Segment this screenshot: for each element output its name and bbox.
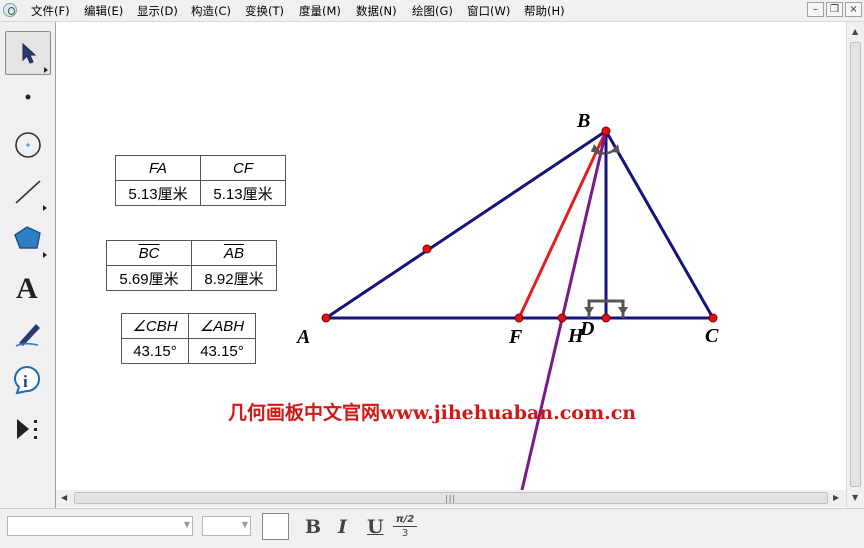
table-header-ABH: ∠ABH xyxy=(188,313,256,339)
italic-button[interactable]: I xyxy=(338,516,347,538)
segment-icon xyxy=(15,180,47,211)
arrow-select-icon xyxy=(22,42,48,73)
text-tool-glyph: A xyxy=(16,272,38,305)
point-F[interactable] xyxy=(514,313,524,323)
marker-pen-icon xyxy=(15,324,40,347)
vertical-scrollbar[interactable]: ▲ ▼ xyxy=(846,22,864,508)
menu-window[interactable]: 窗口(W) xyxy=(467,3,510,19)
point-H[interactable] xyxy=(557,313,567,323)
text-A-icon: A xyxy=(16,272,38,305)
midpoint-AB[interactable] xyxy=(422,244,432,254)
menu-graph[interactable]: 绘图(G) xyxy=(412,3,453,19)
menu-edit[interactable]: 编辑(E) xyxy=(84,3,123,19)
text-tool[interactable]: A xyxy=(5,266,51,310)
minimize-button[interactable]: – xyxy=(807,2,824,17)
table-value-CF: 5.13厘米 xyxy=(200,180,286,206)
watermark-text: 几何画板中文官网www.jihehuaban.com.cn xyxy=(228,402,637,424)
table-angles[interactable]: ∠CBH ∠ABH 43.15° 43.15° xyxy=(121,313,256,364)
notation-top-text: π/2 xyxy=(393,513,417,527)
table-value-FA: 5.13厘米 xyxy=(115,180,201,206)
custom-tools-icon xyxy=(17,419,37,439)
polygon-tool[interactable] xyxy=(5,217,51,261)
table-header-AB: AB xyxy=(223,244,244,262)
font-size-combo[interactable]: ▼ xyxy=(202,516,251,536)
horizontal-scrollbar[interactable]: ◀ ||| ▶ xyxy=(56,490,846,507)
scroll-grip-icon: ||| xyxy=(445,494,457,503)
table-header-FA: FA xyxy=(115,155,201,181)
scroll-down-icon[interactable]: ▼ xyxy=(852,493,858,502)
menu-help[interactable]: 帮助(H) xyxy=(524,3,565,19)
straightedge-tool[interactable] xyxy=(5,170,51,214)
circle-compass-icon xyxy=(15,132,41,158)
bisector-ray[interactable] xyxy=(520,130,608,490)
marker-tool[interactable] xyxy=(5,312,51,356)
label-B[interactable]: B xyxy=(577,110,590,133)
table-BC-AB[interactable]: BC AB 5.69厘米 8.92厘米 xyxy=(106,240,277,291)
restore-button[interactable]: ❐ xyxy=(826,2,843,17)
info-icon: i xyxy=(13,366,40,395)
point-B[interactable] xyxy=(601,126,611,136)
label-C[interactable]: C xyxy=(705,325,718,348)
info-tool-glyph: i xyxy=(23,372,28,391)
table-value-BC: 5.69厘米 xyxy=(106,265,192,291)
table-value-AB: 8.92厘米 xyxy=(191,265,277,291)
menu-bar: 文件(F) 编辑(E) 显示(D) 构造(C) 变换(T) 度量(M) 数据(N… xyxy=(0,0,864,22)
bold-button[interactable]: B xyxy=(305,516,321,538)
table-header-CBH: ∠CBH xyxy=(121,313,189,339)
table-value-CBH: 43.15° xyxy=(121,338,189,364)
point-A[interactable] xyxy=(321,313,331,323)
table-value-ABH: 43.15° xyxy=(188,338,256,364)
arrow-tool[interactable] xyxy=(5,31,51,75)
app-icon[interactable] xyxy=(3,3,17,17)
toolbox: A i xyxy=(0,22,56,508)
polygon-icon xyxy=(14,226,47,258)
chevron-down-icon: ▼ xyxy=(241,520,248,529)
scroll-left-icon[interactable]: ◀ xyxy=(61,493,67,502)
menu-file[interactable]: 文件(F) xyxy=(31,3,70,19)
notation-bottom-text: 3 xyxy=(401,528,409,539)
menu-construct[interactable]: 构造(C) xyxy=(191,3,231,19)
table-header-BC: BC xyxy=(138,244,160,262)
segment-BC[interactable] xyxy=(604,130,715,319)
menu-measure[interactable]: 度量(M) xyxy=(299,3,341,19)
underline-button[interactable]: U xyxy=(367,516,384,538)
label-F[interactable]: F xyxy=(509,326,522,349)
point-D[interactable] xyxy=(601,313,611,323)
custom-tool[interactable] xyxy=(5,407,51,451)
close-button[interactable]: × xyxy=(845,2,862,17)
chevron-down-icon: ▼ xyxy=(183,520,190,529)
label-D[interactable]: D xyxy=(580,318,594,341)
point-icon xyxy=(25,94,31,100)
menu-transform[interactable]: 变换(T) xyxy=(245,3,284,19)
text-color-box[interactable] xyxy=(262,513,289,540)
scroll-right-icon[interactable]: ▶ xyxy=(833,493,839,502)
font-family-combo[interactable]: ▼ xyxy=(7,516,193,536)
table-header-CF: CF xyxy=(200,155,286,181)
scroll-up-icon[interactable]: ▲ xyxy=(852,27,858,36)
point-tool[interactable] xyxy=(5,75,51,119)
symbolic-notation-button[interactable]: π/2 3 xyxy=(393,513,417,541)
information-tool[interactable]: i xyxy=(5,359,51,403)
vertical-scroll-thumb[interactable] xyxy=(850,42,861,487)
menu-data[interactable]: 数据(N) xyxy=(356,3,397,19)
menu-display[interactable]: 显示(D) xyxy=(137,3,178,19)
point-C[interactable] xyxy=(708,313,718,323)
horizontal-scroll-thumb[interactable]: ||| xyxy=(74,492,828,504)
label-A[interactable]: A xyxy=(297,326,310,349)
table-FA-CF[interactable]: FA CF 5.13厘米 5.13厘米 xyxy=(115,155,286,206)
compass-tool[interactable] xyxy=(5,122,51,166)
text-format-bar: ▼ ▼ B I U π/2 3 xyxy=(0,508,864,548)
